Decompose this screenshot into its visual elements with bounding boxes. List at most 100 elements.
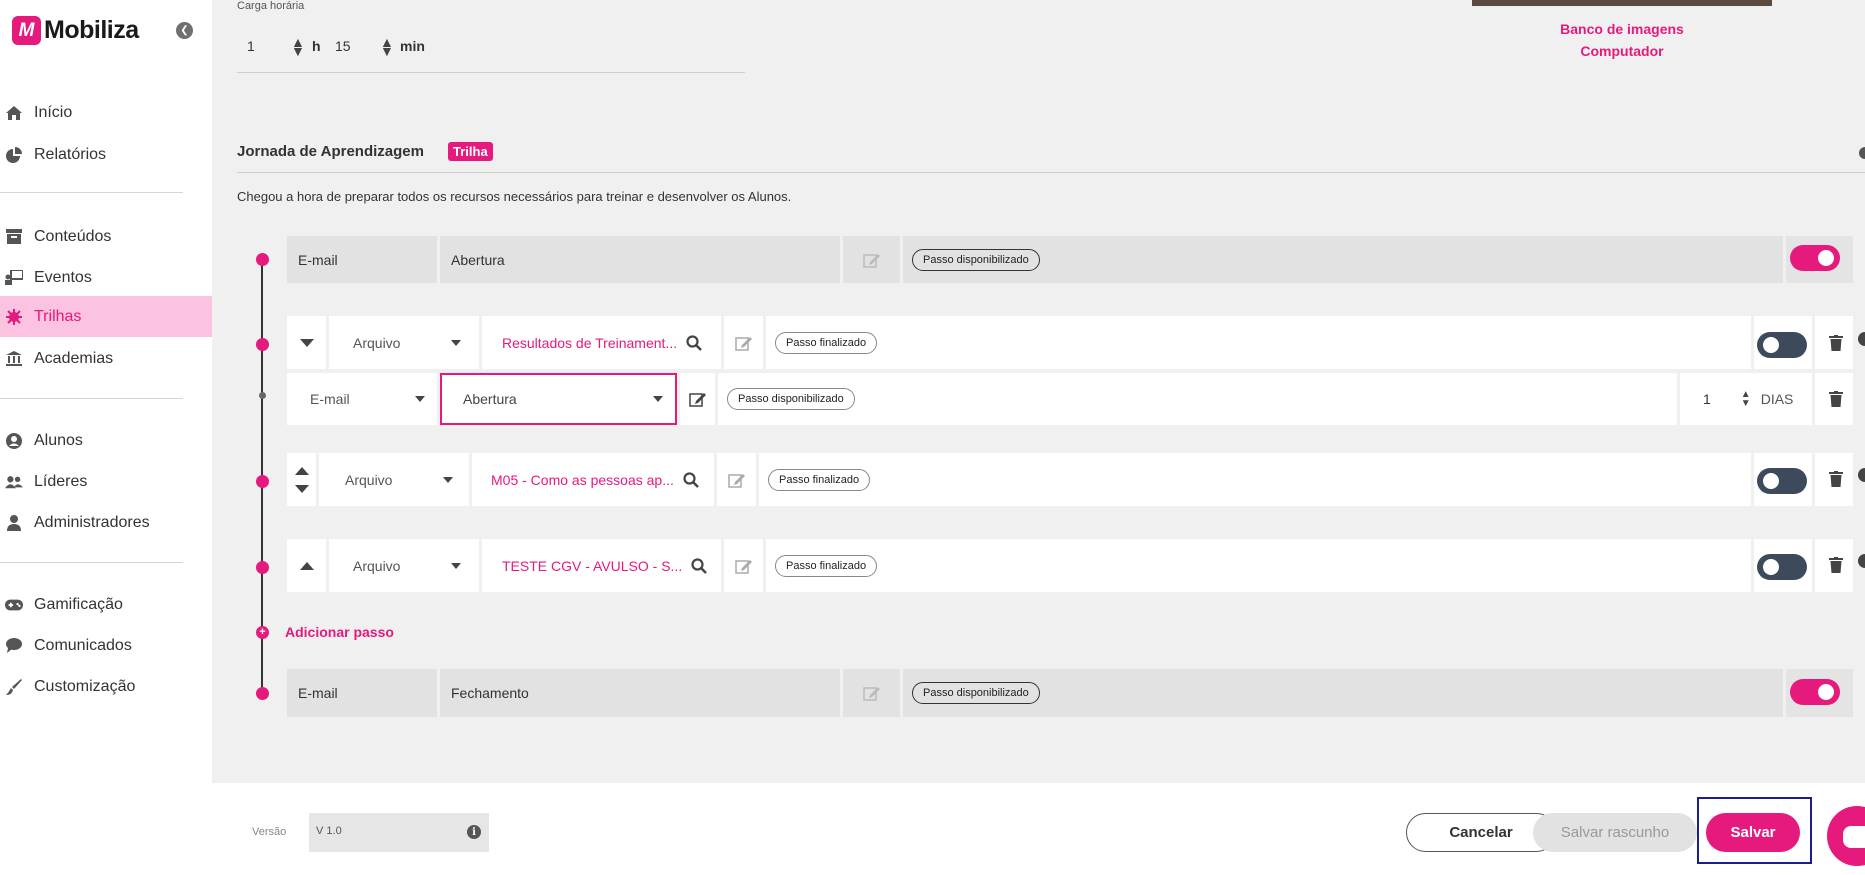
- sidebar-item-label: Alunos: [34, 431, 83, 449]
- days-stepper-icon[interactable]: ▲ ▼: [1741, 390, 1751, 409]
- trash-icon[interactable]: [1829, 557, 1843, 573]
- expand-icon[interactable]: [1858, 332, 1865, 346]
- sidebar-item-lideres[interactable]: Líderes: [0, 461, 212, 502]
- chevron-down-icon: [653, 396, 663, 402]
- search-icon[interactable]: [683, 471, 699, 488]
- sidebar-item-trilhas[interactable]: Trilhas: [0, 296, 212, 337]
- presentation-icon: [5, 270, 23, 285]
- days-field[interactable]: 1 ▲ ▼ DIAS: [1680, 373, 1810, 425]
- plus-icon: +: [256, 625, 269, 639]
- step-content-name: Resultados de Treinament...: [502, 334, 678, 351]
- step-content-field[interactable]: TESTE CGV - AVULSO - S...: [482, 539, 721, 592]
- computer-upload-link[interactable]: Computador: [1522, 43, 1722, 59]
- sidebar-item-label: Gamificação: [34, 595, 123, 613]
- section-divider: [237, 172, 1865, 173]
- step-type: E-mail: [287, 236, 437, 283]
- step-1-toggle[interactable]: [1757, 332, 1807, 358]
- sidebar-item-label: Relatórios: [34, 145, 107, 163]
- users-icon: [5, 475, 23, 489]
- sidebar-item-academias[interactable]: Academias: [0, 338, 212, 379]
- edit-icon: [843, 236, 900, 283]
- minutes-unit: min: [400, 38, 425, 54]
- minutes-input[interactable]: 15: [335, 38, 351, 54]
- opening-toggle[interactable]: [1790, 245, 1840, 271]
- step-type-select[interactable]: Arquivo: [329, 539, 479, 592]
- sidebar-item-administradores[interactable]: Administradores: [0, 502, 212, 543]
- search-icon[interactable]: [691, 557, 708, 574]
- sub-type-select[interactable]: E-mail: [287, 373, 437, 425]
- cell-divider: [1751, 316, 1754, 369]
- sidebar-item-gamificacao[interactable]: Gamificação: [0, 584, 212, 625]
- sidebar-item-comunicados[interactable]: Comunicados: [0, 625, 212, 666]
- logo-mark: M: [12, 16, 41, 45]
- step-content-field[interactable]: M05 - Como as pessoas ap...: [472, 453, 717, 506]
- gamepad-icon: [5, 599, 23, 611]
- section-edge-icon[interactable]: [1859, 147, 1865, 159]
- journey-description: Chegou a hora de preparar todos os recur…: [237, 189, 792, 204]
- timeline-subdot: [259, 392, 266, 399]
- cell-divider: [1812, 453, 1815, 506]
- step-3-toggle[interactable]: [1757, 554, 1807, 580]
- days-unit: DIAS: [1760, 391, 1794, 407]
- trash-icon[interactable]: [1829, 335, 1843, 351]
- hours-stepper-icon[interactable]: ▲ ▼: [291, 35, 305, 58]
- move-up-icon[interactable]: [287, 539, 326, 592]
- hours-input[interactable]: 1: [247, 38, 255, 54]
- archive-icon: [5, 229, 23, 244]
- step-type-value: Arquivo: [353, 334, 401, 351]
- edit-icon[interactable]: [717, 453, 756, 506]
- minutes-stepper-icon[interactable]: ▲ ▼: [380, 35, 394, 58]
- sidebar-item-eventos[interactable]: Eventos: [0, 257, 212, 298]
- trash-icon[interactable]: [1829, 471, 1843, 487]
- sidebar-item-label: Eventos: [34, 268, 92, 286]
- sidebar-item-label: Líderes: [34, 472, 88, 490]
- edit-icon[interactable]: [724, 316, 763, 369]
- step-2-toggle[interactable]: [1757, 468, 1807, 494]
- step-name: Abertura: [440, 236, 840, 283]
- sidebar-item-relatorios[interactable]: Relatórios: [0, 134, 212, 175]
- step-name: Fechamento: [440, 669, 840, 717]
- sidebar-item-label: Início: [34, 103, 73, 121]
- step-status-cell: Passo disponibilizado: [903, 236, 1783, 283]
- move-up-icon[interactable]: [294, 466, 309, 475]
- sidebar-item-label: Conteúdos: [34, 227, 112, 245]
- sidebar-item-inicio[interactable]: Início: [0, 92, 212, 133]
- closing-toggle[interactable]: [1790, 679, 1840, 705]
- move-down-icon[interactable]: [287, 316, 326, 369]
- version-field: V 1.0 i: [309, 813, 489, 852]
- step-type-value: Arquivo: [353, 557, 401, 574]
- status-pill: Passo finalizado: [775, 331, 878, 354]
- step-type-select[interactable]: Arquivo: [319, 453, 469, 506]
- move-down-icon[interactable]: [294, 484, 309, 493]
- edit-icon[interactable]: [724, 539, 763, 592]
- timeline-dot: [256, 561, 269, 574]
- step-content-name: TESTE CGV - AVULSO - S...: [502, 557, 683, 574]
- save-draft-button[interactable]: Salvar rascunho: [1533, 813, 1697, 852]
- step-status-cell: Passo finalizado: [766, 316, 1566, 369]
- expand-icon[interactable]: [1858, 554, 1865, 568]
- add-step-button[interactable]: + Adicionar passo: [256, 624, 394, 640]
- timeline-dot: [256, 687, 269, 700]
- sidebar-item-conteudos[interactable]: Conteúdos: [0, 216, 212, 257]
- chat-bubble-inner: [1843, 826, 1865, 848]
- carga-horaria-field: 1 ▲ ▼ h 15 ▲ ▼ min: [237, 33, 745, 73]
- step-type-select[interactable]: Arquivo: [329, 316, 479, 369]
- sub-template-select[interactable]: Abertura: [440, 373, 677, 425]
- collapse-sidebar-icon[interactable]: ❮: [176, 22, 193, 39]
- save-button[interactable]: Salvar: [1706, 813, 1800, 852]
- sidebar-item-alunos[interactable]: Alunos: [0, 420, 212, 461]
- step-row-1: Arquivo Resultados de Treinament... Pass…: [287, 316, 1853, 369]
- sidebar-item-customizacao[interactable]: Customização: [0, 666, 212, 707]
- sub-template-value: Abertura: [463, 391, 517, 407]
- expand-icon[interactable]: [1858, 468, 1865, 482]
- search-icon[interactable]: [686, 334, 702, 351]
- edit-icon[interactable]: [680, 373, 715, 425]
- brand-logo[interactable]: M Mobiliza: [12, 16, 139, 45]
- info-icon[interactable]: i: [467, 825, 481, 839]
- trash-icon[interactable]: [1829, 391, 1843, 407]
- step-content-field[interactable]: Resultados de Treinament...: [482, 316, 721, 369]
- user-circle-icon: [5, 432, 23, 449]
- status-pill: Passo disponibilizado: [912, 248, 1040, 271]
- logo-text: Mobiliza: [44, 16, 139, 44]
- image-bank-link[interactable]: Banco de imagens: [1522, 21, 1722, 37]
